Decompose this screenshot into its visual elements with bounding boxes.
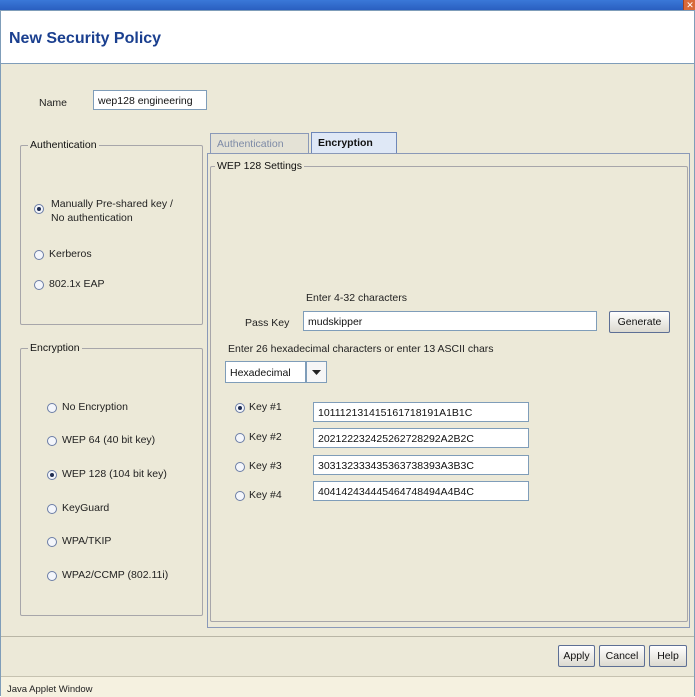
tab-authentication[interactable]: Authentication	[210, 133, 309, 154]
auth-eap-radio[interactable]	[34, 280, 44, 290]
encryption-group-title: Encryption	[28, 342, 82, 354]
auth-preshared-label-line1: Manually Pre-shared key /	[51, 198, 173, 210]
key2-radio[interactable]	[235, 433, 245, 443]
auth-kerberos-label: Kerberos	[49, 248, 92, 260]
enc-wpa2ccmp-label: WPA2/CCMP (802.11i)	[62, 569, 169, 581]
authentication-group	[20, 145, 203, 325]
key-format-hint: Enter 26 hexadecimal characters or enter…	[228, 343, 494, 355]
status-bar	[1, 676, 694, 697]
enc-wpa2ccmp-radio[interactable]	[47, 571, 57, 581]
enc-wep64-label: WEP 64 (40 bit key)	[62, 434, 156, 446]
status-text: Java Applet Window	[7, 684, 93, 695]
authentication-group-title: Authentication	[28, 139, 99, 151]
enc-keyguard-radio[interactable]	[47, 504, 57, 514]
enc-wpatkip-radio[interactable]	[47, 537, 57, 547]
enc-none-radio[interactable]	[47, 403, 57, 413]
close-icon[interactable]: ✕	[683, 0, 695, 10]
apply-button[interactable]: Apply	[558, 645, 595, 667]
auth-eap-label: 802.1x EAP	[49, 278, 105, 290]
tab-encryption[interactable]: Encryption	[311, 132, 397, 154]
enc-wep128-label: WEP 128 (104 bit key)	[62, 468, 167, 480]
wep-settings-title: WEP 128 Settings	[215, 160, 305, 172]
pass-key-input[interactable]: mudskipper	[303, 311, 597, 331]
auth-preshared-label-line2: No authentication	[51, 212, 133, 224]
help-button[interactable]: Help	[649, 645, 687, 667]
format-select[interactable]: Hexadecimal	[225, 361, 306, 383]
title-bar	[0, 0, 695, 10]
cancel-button[interactable]: Cancel	[599, 645, 645, 667]
wep-settings-group	[210, 166, 688, 622]
key4-input[interactable]: 404142434445464748494A4B4C	[313, 481, 529, 501]
key1-label: Key #1	[249, 401, 282, 413]
enc-wep128-radio[interactable]	[47, 470, 57, 480]
auth-kerberos-radio[interactable]	[34, 250, 44, 260]
pass-key-label: Pass Key	[245, 317, 290, 329]
name-label: Name	[39, 97, 68, 109]
key2-input[interactable]: 202122232425262728292A2B2C	[313, 428, 529, 448]
key3-label: Key #3	[249, 460, 282, 472]
key4-radio[interactable]	[235, 491, 245, 501]
key3-radio[interactable]	[235, 462, 245, 472]
key1-input[interactable]: 101112131415161718191A1B1C	[313, 402, 529, 422]
name-input[interactable]: wep128 engineering	[93, 90, 207, 110]
enc-wpatkip-label: WPA/TKIP	[62, 535, 112, 547]
generate-button[interactable]: Generate	[609, 311, 670, 333]
key4-label: Key #4	[249, 489, 282, 501]
auth-preshared-radio[interactable]	[34, 204, 44, 214]
key1-radio[interactable]	[235, 403, 245, 413]
format-dropdown-button[interactable]	[306, 361, 327, 383]
enc-none-label: No Encryption	[62, 401, 128, 413]
enc-wep64-radio[interactable]	[47, 436, 57, 446]
dialog-title: New Security Policy	[9, 30, 162, 47]
button-divider	[1, 636, 694, 637]
enc-keyguard-label: KeyGuard	[62, 502, 110, 514]
chevron-down-icon	[312, 370, 321, 375]
key3-input[interactable]: 303132333435363738393A3B3C	[313, 455, 529, 475]
key2-label: Key #2	[249, 431, 282, 443]
pass-key-hint: Enter 4-32 characters	[306, 292, 407, 304]
